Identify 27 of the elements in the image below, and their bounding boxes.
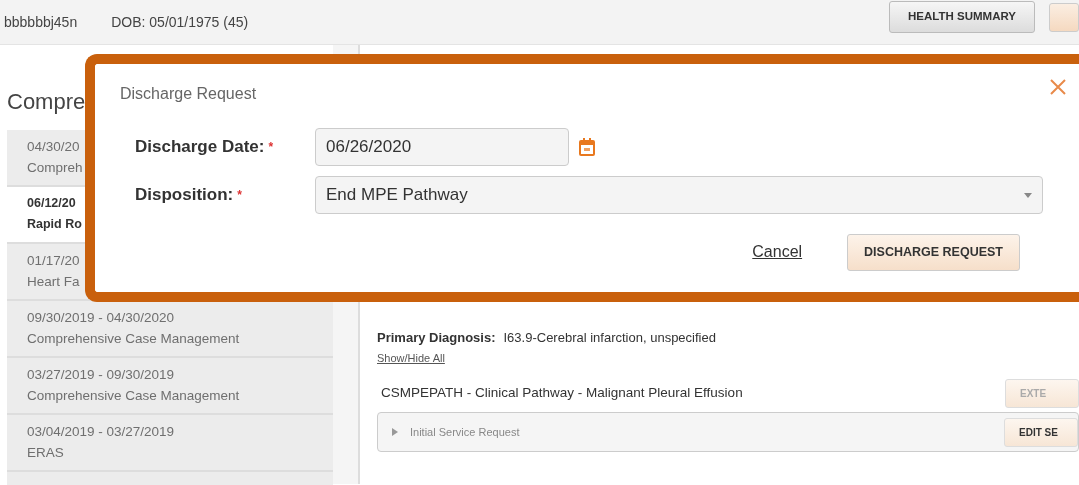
patient-id: bbbbbbj45n [4, 12, 78, 32]
diagnosis-text: I63.9-Cerebral infarction, unspecified [503, 329, 716, 347]
edit-button[interactable]: EDIT SE [1004, 417, 1078, 447]
date-field[interactable]: 06/26/2020 [315, 128, 569, 166]
caret-icon[interactable] [392, 428, 398, 436]
sidebar-item[interactable]: 03/27/2019 - 09/30/2019 Comprehensive Case Management [7, 358, 333, 415]
disposition-select[interactable]: End MPE Pathway [315, 176, 1043, 214]
toolbar-button[interactable] [1049, 2, 1079, 32]
pathway-title: CSMPEPATH - Clinical Pathway - Malignant Pleural Effusion [381, 384, 743, 403]
section-heading: Compre [7, 89, 86, 114]
diagnosis-label: Primary Diagnosis: [377, 329, 496, 347]
required-mark: * [237, 187, 242, 204]
health-summary-button[interactable]: HEALTH SUMMARY [889, 1, 1035, 33]
date-of-birth: DOB: 05/01/1975 (45) [111, 12, 249, 32]
field-label: Discharge Date: [135, 136, 265, 159]
field-label: Disposition: [135, 184, 234, 207]
sidebar-item[interactable]: 03/04/2019 - 03/27/2019 ERAS [7, 415, 333, 472]
cancel-link[interactable]: Cancel [752, 240, 803, 265]
sidebar-item[interactable]: 09/30/2019 - 04/30/2020 Comprehensive Case Management [7, 301, 333, 358]
dropdown-arrow-icon[interactable] [1024, 192, 1032, 198]
dialog-title: Discharge Request [120, 84, 257, 104]
section-row[interactable]: Initial Service Request EDIT SE [377, 412, 1079, 452]
required-mark: * [268, 139, 274, 156]
discharge-request-button[interactable]: DISCHARGE REQUEST [847, 234, 1020, 271]
close-icon[interactable] [1049, 78, 1067, 96]
show-hide-link[interactable]: Show/Hide All [377, 349, 445, 366]
calendar-icon[interactable] [579, 138, 595, 156]
